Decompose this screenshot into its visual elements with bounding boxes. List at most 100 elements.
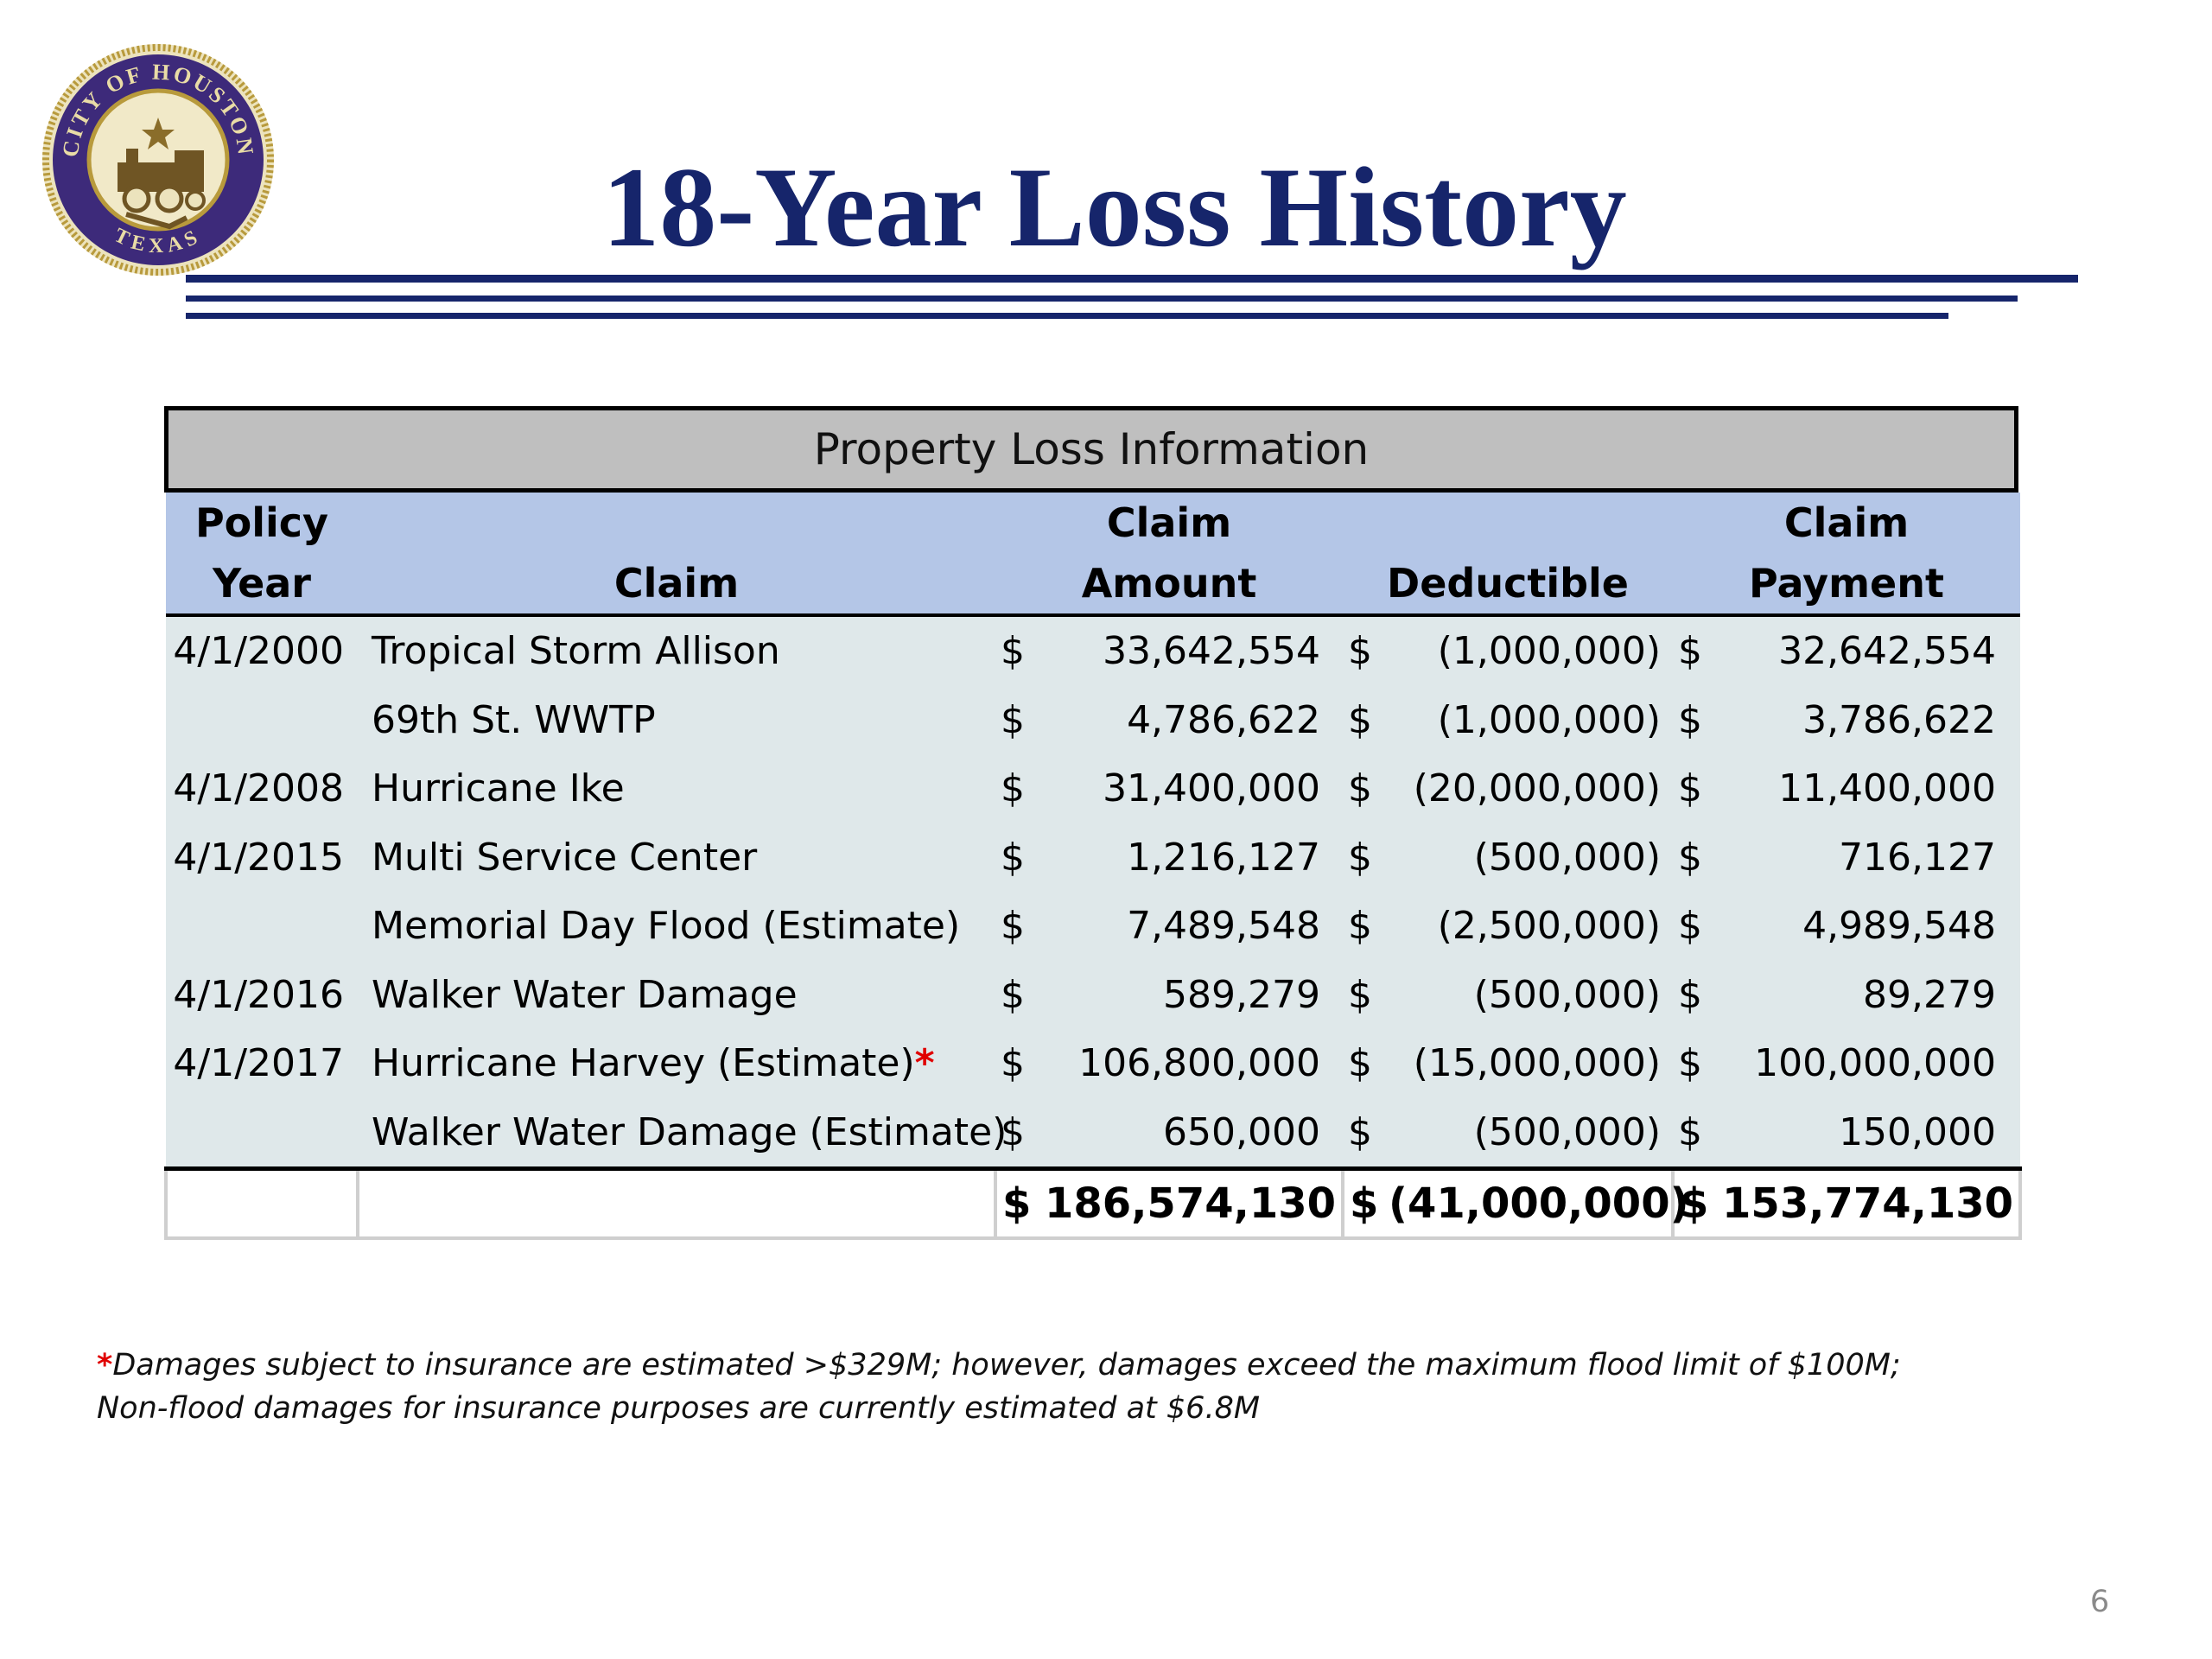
currency-symbol: $	[1673, 892, 1722, 961]
claim-cell: Walker Water Damage	[358, 960, 995, 1029]
totals-empty-cell	[356, 1166, 995, 1240]
deductible-cell: (1,000,000)	[1388, 685, 1674, 754]
footnote-text: Damages subject to insurance are estimat…	[112, 1348, 1901, 1382]
property-loss-table: Property Loss Information Policy Year Cl…	[164, 406, 2023, 1240]
claim-amount-cell: 650,000	[1044, 1097, 1343, 1169]
table-row: 69th St. WWTP $ 4,786,622 $ (1,000,000) …	[166, 685, 2021, 754]
title-divider-line	[186, 296, 2018, 302]
claim-cell: Tropical Storm Allison	[358, 615, 995, 686]
footnote-asterisk: *	[914, 1041, 935, 1086]
currency-symbol: $	[995, 960, 1044, 1029]
currency-symbol: $	[1343, 823, 1388, 892]
deductible-cell: (2,500,000)	[1388, 892, 1674, 961]
claim-amount-cell: 1,216,127	[1044, 823, 1343, 892]
claim-cell: Memorial Day Flood (Estimate)	[358, 892, 995, 961]
table-header-row: Policy Year Claim Claim Amount Deductibl…	[166, 493, 2021, 617]
claim-payment-cell: 4,989,548	[1721, 892, 2021, 961]
currency-symbol: $	[1343, 615, 1388, 686]
claim-amount-cell: 7,489,548	[1044, 892, 1343, 961]
claim-payment-cell: 89,279	[1721, 960, 2021, 1029]
currency-symbol: $	[1343, 1029, 1388, 1098]
col-header-policy-year: Policy Year	[166, 493, 358, 617]
deductible-cell: (15,000,000)	[1388, 1029, 1674, 1098]
currency-symbol: $	[995, 823, 1044, 892]
currency-symbol: $	[1671, 1166, 1722, 1240]
table-row: 4/1/2008 Hurricane Ike $ 31,400,000 $ (2…	[166, 754, 2021, 823]
currency-symbol: $	[1341, 1166, 1388, 1240]
table-row: Walker Water Damage (Estimate) $ 650,000…	[166, 1097, 2021, 1169]
col-header-claim-payment: Claim Payment	[1673, 493, 2021, 617]
deductible-cell: (20,000,000)	[1388, 754, 1674, 823]
currency-symbol: $	[1343, 1097, 1388, 1169]
claim-payment-cell: 150,000	[1721, 1097, 2021, 1169]
claim-amount-cell: 4,786,622	[1044, 685, 1343, 754]
claim-payment-cell: 11,400,000	[1721, 754, 2021, 823]
currency-symbol: $	[1673, 960, 1722, 1029]
table-row: Memorial Day Flood (Estimate) $ 7,489,54…	[166, 892, 2021, 961]
claim-cell: Hurricane Ike	[358, 754, 995, 823]
claim-cell: Walker Water Damage (Estimate)	[358, 1097, 1007, 1169]
claim-amount-cell: 31,400,000	[1044, 754, 1343, 823]
claim-payment-cell: 100,000,000	[1721, 1029, 2021, 1098]
currency-symbol: $	[995, 754, 1044, 823]
table-row: 4/1/2015 Multi Service Center $ 1,216,12…	[166, 823, 2021, 892]
currency-symbol: $	[1343, 960, 1388, 1029]
city-seal-logo: CITY OF HOUSTON TEXAS	[40, 41, 276, 278]
deductible-cell: (500,000)	[1388, 960, 1674, 1029]
table-row: 4/1/2017 Hurricane Harvey (Estimate)* $ …	[166, 1029, 2021, 1098]
currency-symbol: $	[1673, 754, 1722, 823]
page-number: 6	[2089, 1585, 2110, 1619]
loss-table: Policy Year Claim Claim Amount Deductibl…	[164, 493, 2023, 1240]
col-header-claim: Claim	[358, 493, 995, 617]
col-header-deductible: Deductible	[1343, 493, 1674, 617]
claim-amount-cell: 106,800,000	[1044, 1029, 1343, 1098]
currency-symbol: $	[1673, 1097, 1722, 1169]
currency-symbol: $	[1343, 754, 1388, 823]
claim-text: Hurricane Harvey (Estimate)	[372, 1041, 915, 1086]
currency-symbol: $	[1343, 685, 1388, 754]
deductible-cell: (1,000,000)	[1388, 615, 1674, 686]
policy-year-cell	[166, 1097, 358, 1169]
claim-cell: 69th St. WWTP	[358, 685, 995, 754]
policy-year-cell: 4/1/2015	[166, 823, 358, 892]
currency-symbol: $	[1343, 892, 1388, 961]
table-row: 4/1/2000 Tropical Storm Allison $ 33,642…	[166, 615, 2021, 686]
currency-symbol: $	[1673, 823, 1722, 892]
total-claim-payment: 153,774,130	[1721, 1166, 2023, 1240]
seal-emblem-icon: CITY OF HOUSTON TEXAS	[42, 44, 274, 276]
page-title: 18-Year Loss History	[602, 143, 1627, 270]
currency-symbol: $	[995, 1097, 1044, 1169]
currency-symbol: $	[995, 892, 1044, 961]
currency-symbol: $	[995, 615, 1044, 686]
policy-year-cell: 4/1/2017	[166, 1029, 358, 1098]
total-claim-amount: 186,574,130	[1044, 1166, 1343, 1240]
footnote-line-2: Non-flood damages for insurance purposes…	[97, 1391, 1261, 1426]
title-divider-line	[186, 313, 1948, 319]
policy-year-cell: 4/1/2000	[166, 615, 358, 686]
footnote: *Damages subject to insurance are estima…	[97, 1344, 2084, 1430]
claim-amount-cell: 33,642,554	[1044, 615, 1343, 686]
claim-payment-cell: 716,127	[1721, 823, 2021, 892]
table-banner: Property Loss Information	[164, 406, 2018, 493]
totals-empty-cell	[164, 1166, 358, 1240]
policy-year-cell	[166, 892, 358, 961]
policy-year-cell	[166, 685, 358, 754]
footnote-asterisk: *	[97, 1348, 113, 1382]
policy-year-cell: 4/1/2016	[166, 960, 358, 1029]
currency-symbol: $	[994, 1166, 1044, 1240]
claim-payment-cell: 32,642,554	[1721, 615, 2021, 686]
total-deductible: (41,000,000)	[1388, 1166, 1689, 1240]
totals-row: $ 186,574,130 $ (41,000,000) $ 153,774,1…	[164, 1166, 2023, 1240]
title-divider-line	[186, 275, 2078, 283]
footnote-line-1: *Damages subject to insurance are estima…	[97, 1344, 2084, 1387]
claim-payment-cell: 3,786,622	[1721, 685, 2021, 754]
claim-cell: Hurricane Harvey (Estimate)*	[358, 1029, 995, 1098]
currency-symbol: $	[1673, 685, 1722, 754]
policy-year-cell: 4/1/2008	[166, 754, 358, 823]
currency-symbol: $	[995, 1029, 1044, 1098]
deductible-cell: (500,000)	[1388, 1097, 1674, 1169]
col-header-claim-amount: Claim Amount	[995, 493, 1343, 617]
table-row: 4/1/2016 Walker Water Damage $ 589,279 $…	[166, 960, 2021, 1029]
claim-amount-cell: 589,279	[1044, 960, 1343, 1029]
claim-cell: Multi Service Center	[358, 823, 995, 892]
